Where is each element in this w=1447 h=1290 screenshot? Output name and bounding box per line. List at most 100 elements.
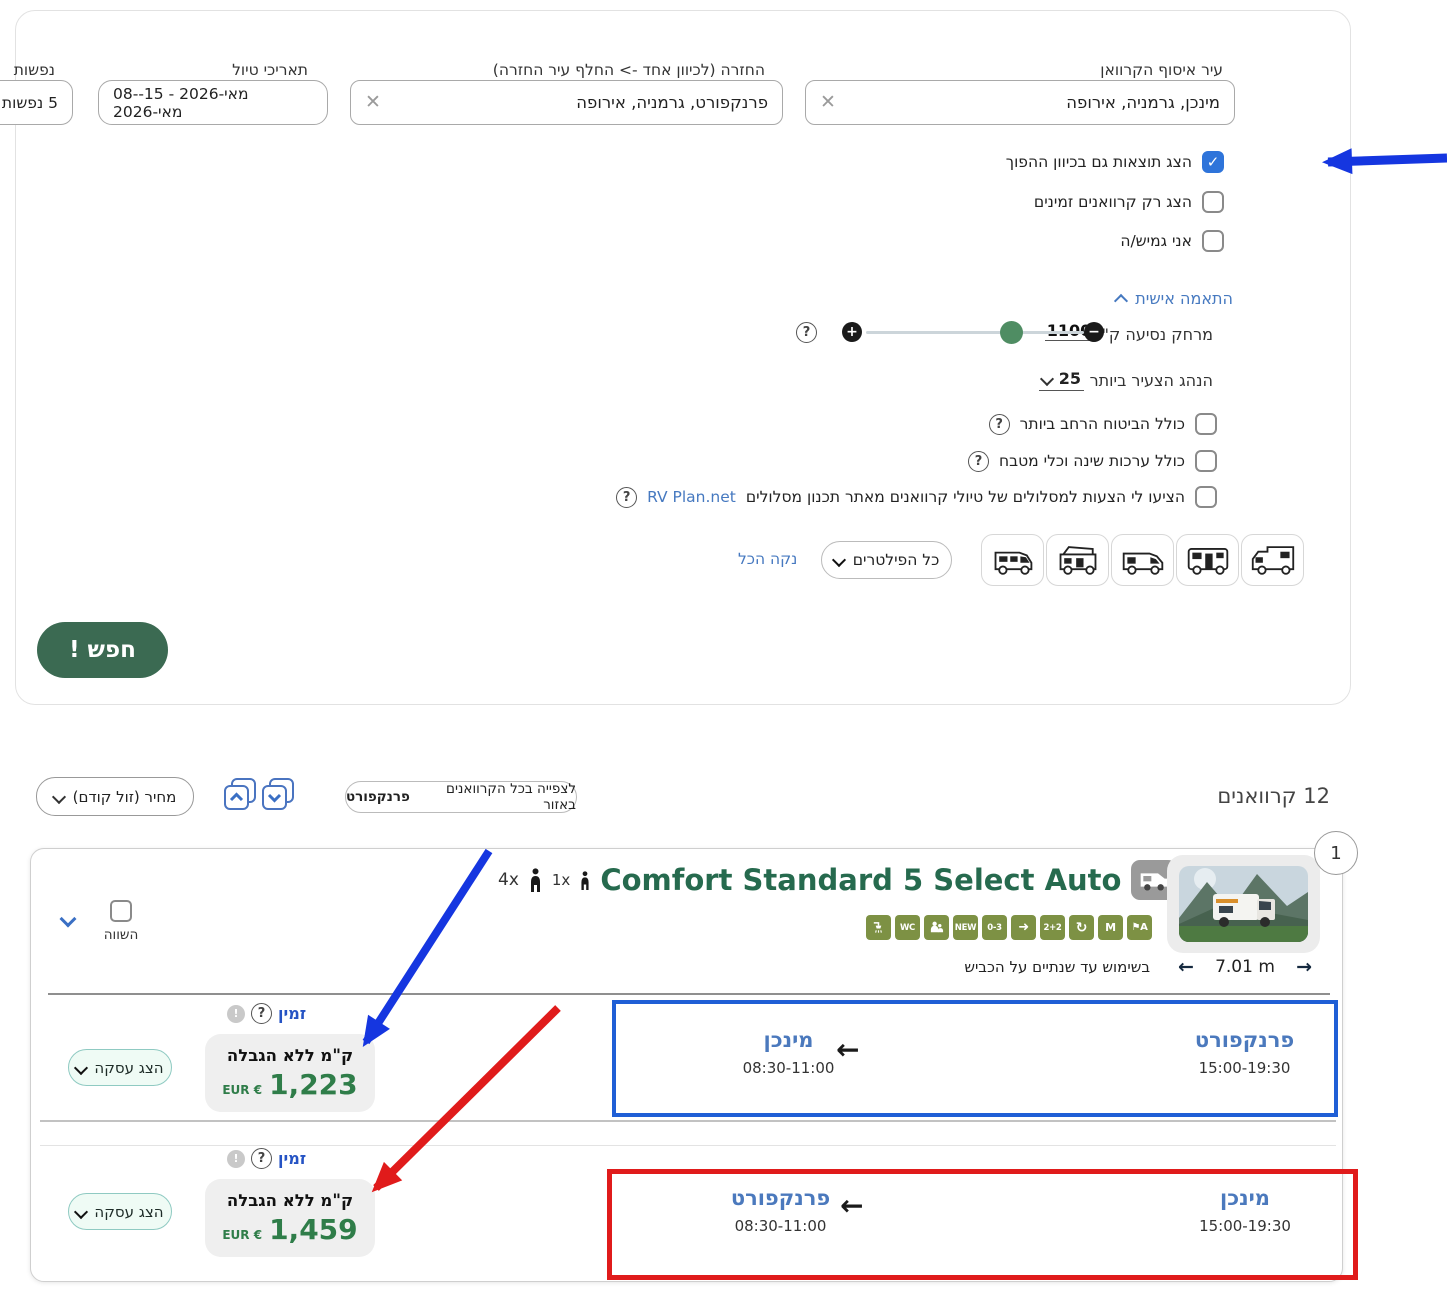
help-icon[interactable]: ? — [251, 1003, 272, 1024]
child-age-0-3-icon: 0-3 — [982, 915, 1007, 940]
help-icon[interactable]: ? — [796, 322, 817, 343]
help-icon[interactable]: ? — [616, 487, 637, 508]
rv-plan-link[interactable]: RV Plan.net — [647, 488, 736, 506]
search-panel: עיר איסוף הקרוואן החזרה (לכיוון אחד -> ה… — [15, 10, 1351, 705]
persons-label: נפשות — [14, 61, 55, 79]
checkbox-icon — [1195, 486, 1217, 508]
option-label: כולל הביטוח הרחב ביותר — [1020, 415, 1185, 433]
persons-select[interactable]: 5 נפשות — [0, 80, 73, 125]
checkbox-checked-icon: ✓ — [1202, 151, 1224, 173]
family-icon — [924, 915, 949, 940]
return-city-input[interactable]: פרנקפורט, גרמניה, אירופה ✕ — [350, 80, 783, 125]
chevron-down-icon — [74, 1204, 88, 1218]
photo-prev-arrow-icon[interactable]: ← — [1178, 956, 1194, 978]
personalization-toggle[interactable]: התאמה אישית — [1116, 289, 1233, 308]
show-deal-button[interactable]: הצג עסקה — [68, 1193, 172, 1230]
pickup-city-input[interactable]: מינכן, גרמניה, אירופה ✕ — [805, 80, 1235, 125]
compare-label: השווה — [88, 927, 154, 943]
seats-2-plus-2-icon: 2+2 — [1040, 915, 1065, 940]
trip-dates-label: תאריכי טיול — [232, 61, 308, 79]
show-deal-label: הצג עסקה — [94, 1059, 163, 1077]
info-icon[interactable]: ! — [227, 1150, 245, 1168]
slider-track[interactable] — [866, 331, 1084, 334]
all-filters-button[interactable]: כל הפילטרים — [821, 541, 952, 579]
search-button[interactable]: חפש ! — [37, 622, 168, 678]
toggle-only-available[interactable]: הצג רק קרוואנים זמינים — [1034, 191, 1224, 213]
clear-pickup-icon[interactable]: ✕ — [820, 93, 836, 112]
show-deal-button[interactable]: הצג עסקה — [68, 1049, 172, 1086]
results-count: 12 קרוואנים — [1217, 784, 1330, 808]
camper-type-pop-top-button[interactable] — [1046, 534, 1109, 586]
camper-photo[interactable] — [1179, 866, 1308, 942]
slider-knob[interactable] — [1000, 321, 1023, 344]
chevron-up-icon — [1114, 293, 1128, 307]
info-icon[interactable]: ! — [227, 1005, 245, 1023]
section-divider — [40, 1145, 1336, 1146]
offer-status-row: ! ? זמין — [227, 1148, 306, 1169]
option-route-suggestions[interactable]: הציעו לי הצעות למסלולים של טיולי קרוואני… — [616, 486, 1217, 508]
help-icon[interactable]: ? — [251, 1148, 272, 1169]
vehicle-length-row: ← 7.01 m → — [1178, 956, 1312, 978]
collapse-all-icon — [222, 777, 258, 813]
destination-city: מינכן — [701, 1028, 876, 1052]
price-box: ק"מ ללא הגבלה EUR € 1,223 — [205, 1034, 375, 1112]
option-label: הציעו לי הצעות למסלולים של טיולי קרוואני… — [746, 488, 1185, 506]
section-divider — [48, 993, 1330, 995]
slider-increase-button[interactable]: + — [842, 322, 862, 342]
toggle-label: הצג רק קרוואנים זמינים — [1034, 193, 1192, 211]
youngest-driver-value: 25 — [1059, 369, 1081, 388]
persons-value: 5 נפשות — [2, 94, 58, 112]
clear-return-icon[interactable]: ✕ — [365, 93, 381, 112]
toggle-reverse-direction[interactable]: ✓ הצג תוצאות גם בכיוון ההפוך — [1006, 151, 1224, 173]
clear-all-link[interactable]: נקה הכל — [738, 550, 797, 568]
camper-title: Comfort Standard 5 Select Auto — [600, 863, 1121, 897]
shower-icon — [866, 915, 891, 940]
compare-checkbox[interactable] — [110, 900, 132, 922]
destination-time: 08:30-11:00 — [701, 1059, 876, 1077]
m-class-icon: M — [1098, 915, 1123, 940]
slider-decrease-button[interactable]: − — [1084, 322, 1104, 342]
chevron-down-icon — [74, 1060, 88, 1074]
shower-glyph-icon — [871, 920, 886, 935]
toggle-flexible[interactable]: אני גמיש/ה — [1120, 230, 1224, 252]
personalization-title: התאמה אישית — [1135, 289, 1233, 308]
offer-status-row: ! ? זמין — [227, 1003, 306, 1024]
origin-city: מינכן — [1160, 1186, 1330, 1210]
expand-all-button[interactable] — [260, 777, 296, 813]
section-divider — [40, 1120, 1336, 1122]
distance-label: מרחק נסיעה ק"מ — [1091, 325, 1213, 344]
route-destination: מינכן 08:30-11:00 — [701, 1028, 876, 1077]
help-icon[interactable]: ? — [989, 414, 1010, 435]
help-icon[interactable]: ? — [968, 451, 989, 472]
currency-label: EUR € — [222, 1228, 262, 1242]
route-origin: פרנקפורט 15:00-19:30 — [1157, 1028, 1332, 1077]
expand-all-icon — [260, 777, 296, 813]
vehicle-length: 7.01 m — [1215, 957, 1275, 977]
camper-type-semi-integrated-button[interactable] — [1111, 534, 1174, 586]
chevron-down-icon — [52, 789, 66, 803]
pickup-city-label: עיר איסוף הקרוואן — [1100, 61, 1223, 79]
view-all-area-button[interactable]: לצפייה בכל הקרוואנים באזור פרנקפורט — [345, 781, 577, 813]
route-origin: מינכן 15:00-19:30 — [1160, 1186, 1330, 1235]
child-person-icon — [580, 871, 590, 890]
trip-dates-input[interactable]: 08-מאי-2026 - 15-מאי-2026 — [98, 80, 328, 125]
wc-icon: WC — [895, 915, 920, 940]
checkbox-icon — [1195, 413, 1217, 435]
option-bedding-kitchen[interactable]: כולל ערכות שינה וכלי מטבח ? — [968, 450, 1217, 472]
amenity-icons-row: WC NEW 0-3 ➜ 2+2 ↻ M ⚑A — [866, 915, 1152, 940]
origin-city: פרנקפורט — [1157, 1028, 1332, 1052]
camper-type-alcove-button[interactable] — [1241, 534, 1304, 586]
camper-type-integrated-button[interactable] — [1176, 534, 1239, 586]
option-widest-insurance[interactable]: כולל הביטוח הרחב ביותר ? — [989, 413, 1217, 435]
collapse-all-button[interactable] — [222, 777, 258, 813]
semi-integrated-icon — [1120, 542, 1166, 578]
usage-note: בשימוש עד שנתיים על הכביש — [964, 958, 1150, 976]
adult-person-icon — [529, 868, 542, 892]
photo-next-arrow-icon[interactable]: → — [1296, 956, 1312, 978]
chevron-down-icon — [832, 553, 846, 567]
youngest-driver-select[interactable]: 25 — [1039, 369, 1084, 391]
route-highlight-red: מינכן 15:00-19:30 ← פרנקפורט 08:30-11:00 — [607, 1169, 1358, 1280]
sort-select[interactable]: מחיר (זול קודם) — [36, 777, 194, 816]
camper-type-campervan-button[interactable] — [981, 534, 1044, 586]
checkbox-icon — [1202, 191, 1224, 213]
